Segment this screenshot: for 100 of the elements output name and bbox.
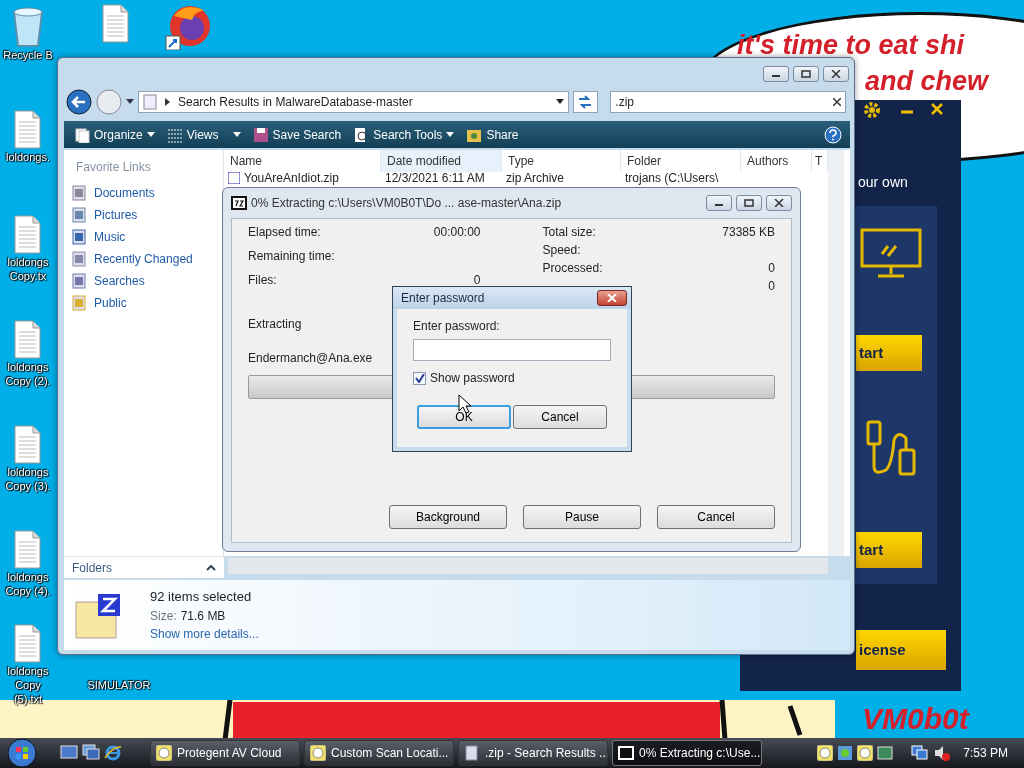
minimize-button[interactable] bbox=[706, 195, 732, 211]
stat-value: 0 bbox=[473, 272, 481, 289]
maximize-button[interactable] bbox=[793, 66, 819, 82]
column-header[interactable]: Type bbox=[502, 150, 621, 172]
document-icon[interactable] bbox=[12, 425, 44, 465]
archive-app-icon bbox=[231, 196, 247, 210]
scrollbar[interactable] bbox=[828, 150, 844, 556]
scrollbar[interactable] bbox=[228, 558, 828, 574]
document-icon[interactable] bbox=[12, 215, 44, 255]
toolbar-button[interactable]: Share bbox=[460, 125, 525, 144]
column-header[interactable]: Authors bbox=[741, 150, 812, 172]
document-icon[interactable] bbox=[100, 4, 132, 44]
back-icon[interactable] bbox=[66, 89, 92, 115]
chevron-up-icon bbox=[206, 564, 216, 571]
dialog-button[interactable]: OK bbox=[417, 405, 511, 429]
dialog-button[interactable]: Cancel bbox=[513, 405, 607, 429]
sidebar-link[interactable]: Searches bbox=[72, 272, 145, 290]
help-icon[interactable] bbox=[824, 125, 842, 144]
close-icon[interactable] bbox=[833, 98, 841, 106]
windows-icon[interactable] bbox=[82, 744, 100, 760]
refresh-button[interactable] bbox=[572, 91, 599, 113]
minimize-button[interactable] bbox=[763, 66, 789, 82]
address-bar[interactable]: Search Results in MalwareDatabase-master bbox=[138, 91, 569, 113]
taskbar-button[interactable]: 0% Extracting c:\Use... bbox=[612, 740, 762, 766]
desktop-icon[interactable] bbox=[60, 744, 78, 760]
taskbar-button[interactable]: .zip - Search Results ... bbox=[458, 740, 608, 766]
sidebar-link[interactable]: Documents bbox=[72, 184, 155, 202]
browser-icon[interactable] bbox=[104, 744, 122, 762]
document-icon[interactable] bbox=[12, 530, 44, 570]
toolbar-button[interactable]: Save Search bbox=[246, 125, 348, 144]
field-label: Enter password: bbox=[413, 318, 500, 335]
folder-shortcut-icon bbox=[72, 207, 86, 223]
pages-icon bbox=[74, 126, 90, 143]
stat-label: Remaining time: bbox=[248, 248, 335, 265]
stat-label: Total size: bbox=[542, 224, 596, 241]
toolbar-button[interactable]: Organize bbox=[68, 125, 161, 144]
sidebar-link[interactable]: Recently Changed bbox=[72, 250, 193, 268]
dialog-button[interactable]: Cancel bbox=[657, 505, 775, 529]
column-header[interactable]: Folder bbox=[621, 150, 741, 172]
speaker-muted-icon[interactable] bbox=[933, 745, 952, 761]
checkbox[interactable] bbox=[413, 371, 426, 385]
settings-icon[interactable] bbox=[862, 100, 882, 120]
maximize-icon bbox=[744, 199, 754, 207]
dialog-button[interactable]: Background bbox=[389, 505, 507, 529]
dropdown-icon bbox=[446, 132, 455, 137]
password-field[interactable] bbox=[413, 339, 611, 361]
stat-label: Speed: bbox=[542, 242, 581, 259]
license-button[interactable]: icense bbox=[856, 630, 946, 670]
stat-value: 00:00:00 bbox=[433, 224, 481, 241]
start-button[interactable]: tart bbox=[856, 532, 922, 568]
column-header[interactable]: Date modified bbox=[381, 150, 502, 172]
stat-label: Files: bbox=[248, 272, 277, 289]
dropdown-icon[interactable] bbox=[555, 99, 564, 105]
dropdown-icon[interactable] bbox=[126, 99, 134, 105]
start-button[interactable]: tart bbox=[856, 335, 922, 371]
checkbox-label: Show password bbox=[430, 370, 515, 387]
app-icon[interactable] bbox=[817, 745, 834, 761]
details-link[interactable]: Show more details... bbox=[150, 624, 259, 643]
sidebar-link[interactable]: Pictures bbox=[72, 206, 138, 224]
toolbar-button[interactable]: Search Tools bbox=[347, 125, 461, 144]
close-icon bbox=[774, 199, 784, 207]
selection-count: 92 items selected bbox=[150, 588, 252, 607]
taskbar-button[interactable]: Custom Scan Locati... bbox=[304, 740, 454, 766]
search-folder-icon bbox=[143, 94, 157, 110]
close-button[interactable] bbox=[823, 66, 849, 82]
app-icon bbox=[156, 745, 172, 761]
bubble-text: it's time to eat shi bbox=[737, 29, 964, 62]
archive-app-icon bbox=[618, 745, 634, 761]
document-icon[interactable] bbox=[12, 624, 44, 664]
document-icon[interactable] bbox=[12, 110, 44, 150]
close-icon bbox=[831, 70, 841, 78]
zip-file-icon bbox=[228, 172, 240, 184]
toolbar-button[interactable]: Views bbox=[160, 125, 247, 144]
sidebar-link[interactable]: Music bbox=[72, 228, 126, 246]
maximize-button[interactable] bbox=[736, 195, 762, 211]
network-icon[interactable] bbox=[837, 745, 854, 761]
refresh-icon bbox=[577, 95, 594, 109]
recycle-bin-icon[interactable] bbox=[10, 4, 46, 48]
chevron-icon bbox=[165, 98, 170, 106]
bubble-text: and chew bbox=[865, 65, 989, 98]
app-icon[interactable] bbox=[857, 745, 874, 761]
mouse-pointer-icon bbox=[458, 394, 472, 414]
sidebar-link[interactable]: Public bbox=[72, 294, 127, 312]
search-folder-icon bbox=[464, 745, 480, 761]
document-icon[interactable] bbox=[12, 320, 44, 360]
size-label: Size: bbox=[150, 607, 177, 625]
search-field[interactable]: .zip bbox=[610, 91, 846, 113]
signature-text: VM0b0t bbox=[862, 702, 969, 736]
dialog-title: Enter password bbox=[400, 290, 485, 307]
taskbar-button[interactable]: Protegent AV Cloud bbox=[150, 740, 300, 766]
file-name: Endermanch@Ana.exe bbox=[248, 350, 373, 367]
stat-label: Elapsed time: bbox=[248, 224, 321, 241]
close-button[interactable] bbox=[597, 290, 627, 306]
dialog-button[interactable]: Pause bbox=[523, 505, 641, 529]
monitor-icon[interactable] bbox=[877, 745, 894, 761]
network-icon[interactable] bbox=[911, 745, 930, 761]
list-icon bbox=[166, 126, 183, 143]
close-button[interactable] bbox=[766, 195, 792, 211]
table-cell: YouAreAnIdiot.zip bbox=[244, 172, 339, 186]
folders-bar[interactable]: Folders bbox=[64, 556, 224, 578]
